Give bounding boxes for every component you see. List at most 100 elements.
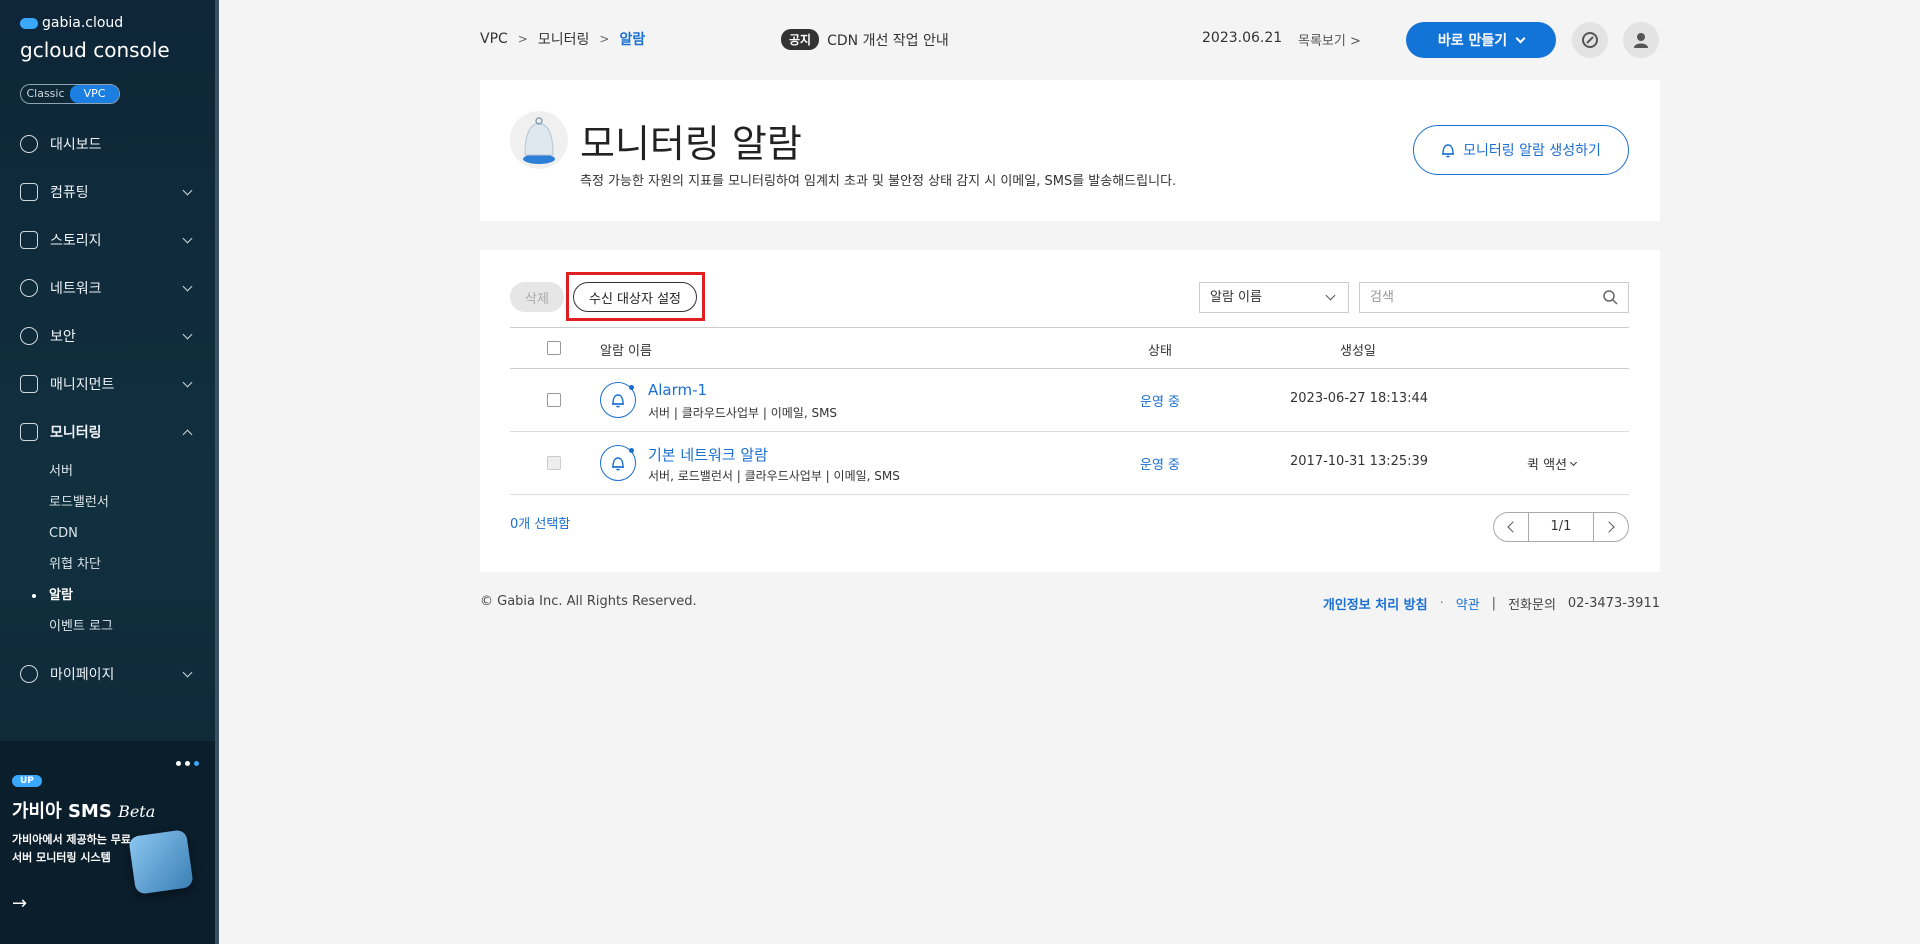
privacy-policy-link[interactable]: 개인정보 처리 방침 xyxy=(1323,594,1428,613)
chevron-right-icon: > xyxy=(517,32,528,46)
breadcrumb: VPC > 모니터링 > 알람 xyxy=(480,29,645,49)
sidebar-item-label: 컴퓨팅 xyxy=(50,185,89,201)
notice-badge: 공지 xyxy=(781,29,820,50)
table-row[interactable]: Alarm-1 서버 | 클라우드사업부 | 이메일, SMS 운영 중 202… xyxy=(510,369,1629,432)
notice-list-link[interactable]: 목록보기 > xyxy=(1298,30,1361,49)
management-icon xyxy=(20,375,38,393)
alarm-meta: 서버, 로드밸런서 | 클라우드사업부 | 이메일, SMS xyxy=(648,469,900,483)
highlight-annotation xyxy=(566,272,705,321)
header-alarm-name: 알람 이름 xyxy=(600,344,652,359)
search-filter-select[interactable]: 알람 이름 xyxy=(1199,282,1349,313)
quick-action-dropdown[interactable]: 퀵 액션 xyxy=(1527,454,1578,473)
brand-small-text: gabia.cloud xyxy=(42,15,124,31)
header-status: 상태 xyxy=(1148,344,1172,359)
sidebar-scrollbar[interactable] xyxy=(215,0,219,944)
sidebar-item-management[interactable]: 매니지먼트 xyxy=(0,360,215,408)
chat-icon xyxy=(1582,32,1598,48)
row-checkbox[interactable] xyxy=(547,393,561,407)
chevron-down-icon xyxy=(182,329,193,340)
create-alarm-button[interactable]: 모니터링 알람 생성하기 xyxy=(1413,125,1629,175)
subnav-item-event-log[interactable]: 이벤트 로그 xyxy=(49,611,215,642)
network-icon xyxy=(20,279,38,297)
quick-create-label: 바로 만들기 xyxy=(1437,33,1508,49)
search-input[interactable] xyxy=(1360,283,1590,312)
storage-icon xyxy=(20,231,38,249)
chevron-right-icon: > xyxy=(599,32,610,46)
chevron-down-icon xyxy=(182,281,193,292)
chevron-down-icon xyxy=(1325,290,1336,301)
monitoring-subnav: 서버 로드밸런서 CDN 위협 차단 알람 이벤트 로그 xyxy=(0,456,215,642)
shield-icon xyxy=(20,327,38,345)
sidebar-item-mypage[interactable]: 마이페이지 xyxy=(0,650,215,698)
alarm-status: 운영 중 xyxy=(1140,395,1181,410)
bell-icon xyxy=(600,382,636,418)
quick-create-button[interactable]: 바로 만들기 xyxy=(1406,22,1556,58)
topbar: VPC > 모니터링 > 알람 공지 CDN 개선 작업 안내 2023.06.… xyxy=(480,18,1660,58)
breadcrumb-alarm: 알람 xyxy=(619,32,646,48)
search-icon[interactable] xyxy=(1602,289,1618,305)
mode-classic-option[interactable]: Classic xyxy=(21,85,70,103)
header-created: 생성일 xyxy=(1340,344,1376,359)
subnav-item-server[interactable]: 서버 xyxy=(49,456,215,487)
separator-bar: | xyxy=(1491,596,1497,611)
sidebar: gabia.cloud gcloud console Classic VPC 대… xyxy=(0,0,219,944)
user-menu-button[interactable] xyxy=(1623,22,1659,58)
user-icon xyxy=(1634,33,1648,48)
breadcrumb-monitoring[interactable]: 모니터링 xyxy=(538,29,590,49)
delete-button[interactable]: 삭제 xyxy=(510,282,564,312)
carousel-dots[interactable] xyxy=(176,761,199,766)
separator-dot: · xyxy=(1439,596,1444,611)
mode-toggle[interactable]: Classic VPC xyxy=(20,84,120,104)
breadcrumb-vpc[interactable]: VPC xyxy=(480,31,508,47)
next-page-button[interactable] xyxy=(1594,513,1628,541)
brand-main[interactable]: gcloud console xyxy=(20,38,170,62)
promo-beta: Beta xyxy=(118,802,156,821)
subnav-item-loadbalancer[interactable]: 로드밸런서 xyxy=(49,487,215,518)
terms-link[interactable]: 약관 xyxy=(1456,594,1480,613)
sidebar-item-security[interactable]: 보안 xyxy=(0,312,215,360)
sidebar-item-dashboard[interactable]: 대시보드 xyxy=(0,120,215,168)
phone-number: 02-3473-3911 xyxy=(1567,596,1660,611)
table-row[interactable]: 기본 네트워크 알람 서버, 로드밸런서 | 클라우드사업부 | 이메일, SM… xyxy=(510,432,1629,495)
copyright: © Gabia Inc. All Rights Reserved. xyxy=(480,594,697,609)
sidebar-item-label: 대시보드 xyxy=(50,137,102,153)
chevron-down-icon xyxy=(182,233,193,244)
create-alarm-label: 모니터링 알람 생성하기 xyxy=(1463,143,1601,159)
monitoring-icon xyxy=(20,423,38,441)
mode-vpc-option[interactable]: VPC xyxy=(70,85,119,103)
sidebar-item-computing[interactable]: 컴퓨팅 xyxy=(0,168,215,216)
row-checkbox xyxy=(547,456,561,470)
notice[interactable]: 공지 CDN 개선 작업 안내 xyxy=(781,29,949,50)
table-header: 알람 이름 상태 생성일 xyxy=(510,327,1629,369)
alarm-created: 2023-06-27 18:13:44 xyxy=(1290,391,1429,406)
arrow-right-icon[interactable]: → xyxy=(12,893,27,914)
select-all-checkbox[interactable] xyxy=(547,341,561,355)
quick-action-label: 퀵 액션 xyxy=(1527,458,1568,473)
promo-banner[interactable]: UP 가비아 SMS Beta 가비아에서 제공하는 무료 서버 모니터링 시스… xyxy=(0,741,215,944)
chevron-down-icon xyxy=(182,377,193,388)
subnav-item-alarm[interactable]: 알람 xyxy=(32,580,215,611)
promo-title: 가비아 SMS Beta xyxy=(12,797,155,823)
alarm-name-link[interactable]: 기본 네트워크 알람 xyxy=(648,444,768,465)
sidebar-nav: 대시보드 컴퓨팅 스토리지 네트워크 보안 매니지먼트 모니터링 서버 로드밸런… xyxy=(0,120,215,642)
sidebar-item-monitoring[interactable]: 모니터링 xyxy=(0,408,215,456)
prev-page-button[interactable] xyxy=(1494,513,1528,541)
sidebar-item-network[interactable]: 네트워크 xyxy=(0,264,215,312)
brand-small[interactable]: gabia.cloud xyxy=(20,15,123,31)
chevron-down-icon xyxy=(182,185,193,196)
sidebar-item-storage[interactable]: 스토리지 xyxy=(0,216,215,264)
subnav-item-cdn[interactable]: CDN xyxy=(49,518,215,549)
sidebar-item-label: 마이페이지 xyxy=(50,667,115,683)
subnav-item-threat-block[interactable]: 위협 차단 xyxy=(49,549,215,580)
chevron-down-icon xyxy=(182,667,193,678)
promo-description: 가비아에서 제공하는 무료 서버 모니터링 시스템 xyxy=(12,833,131,864)
chevron-down-icon xyxy=(1515,33,1526,43)
alarm-name-link[interactable]: Alarm-1 xyxy=(648,381,707,399)
chat-button[interactable] xyxy=(1572,22,1608,58)
search-box xyxy=(1359,282,1629,313)
alarm-status: 운영 중 xyxy=(1140,458,1181,473)
alarm-table: 알람 이름 상태 생성일 Alarm-1 서버 | 클라우드사업부 | 이메일,… xyxy=(510,327,1629,495)
selected-count: 0개 선택함 xyxy=(510,517,571,532)
notice-text[interactable]: CDN 개선 작업 안내 xyxy=(827,30,949,50)
bell-outline-icon xyxy=(1442,144,1455,158)
